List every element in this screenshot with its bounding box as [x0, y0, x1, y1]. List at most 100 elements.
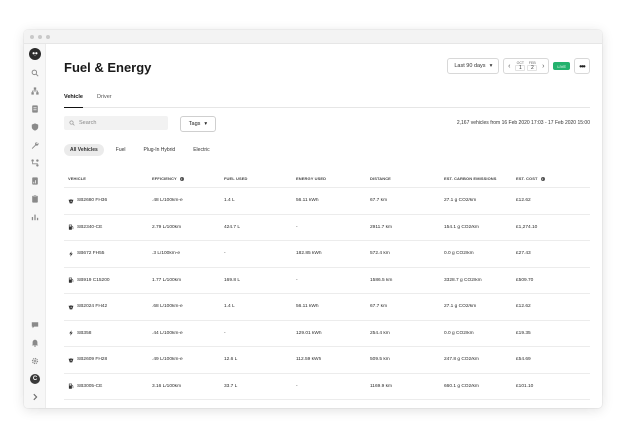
- cell-energy-used: 129.01 kWh: [296, 331, 370, 336]
- cell-efficiency-value: .68 L/100km-e: [152, 304, 183, 310]
- cell-cost: £54.69: [516, 357, 574, 362]
- table-row[interactable]: SB2340-CE 2.79 L/100km 424.7 L - 2911.7 km 15…: [64, 215, 590, 241]
- filter-electric[interactable]: Electric: [187, 144, 215, 156]
- wrench-icon[interactable]: [24, 136, 46, 154]
- cell-vehicle[interactable]: SB2024 FH42: [64, 304, 152, 310]
- filter-all-vehicles[interactable]: All Vehicles: [64, 144, 104, 156]
- chevron-right-icon[interactable]: [24, 388, 46, 406]
- window-dot: [38, 34, 42, 39]
- hybrid-icon: [68, 304, 74, 310]
- column-header-energy-used[interactable]: ENERGY USED: [296, 176, 370, 181]
- cell-energy-used: 182.85 kWh: [296, 251, 370, 256]
- cell-energy-used-value: 182.85 kWh: [296, 251, 322, 257]
- date-from[interactable]: OCT 1: [514, 61, 526, 71]
- cell-fuel-used-value: 12.6 L: [224, 357, 238, 363]
- column-header-label: ENERGY USED: [296, 176, 327, 181]
- info-icon[interactable]: i: [540, 176, 545, 181]
- bar-chart-icon[interactable]: [24, 208, 46, 226]
- tags-dropdown[interactable]: Tags ▾: [180, 116, 216, 132]
- table-row[interactable]: SB919 C15200 1.77 L/100km 169.8 L - 1586.5 k…: [64, 268, 590, 294]
- cell-carbon: 154.1 g CO2/km: [444, 225, 516, 230]
- date-to[interactable]: FEB 2: [526, 61, 538, 71]
- cell-carbon: 0.0 g CO2/km: [444, 331, 516, 336]
- gear-icon[interactable]: [24, 352, 46, 370]
- info-icon[interactable]: i: [179, 176, 184, 181]
- shield-icon[interactable]: [24, 118, 46, 136]
- column-header-carbon[interactable]: EST. CARBON EMISSIONS: [444, 176, 516, 181]
- date-navigator: ‹ OCT 1 FEB 2 ›: [503, 58, 550, 74]
- clipboard-icon[interactable]: [24, 190, 46, 208]
- cell-vehicle[interactable]: SB919 C15200: [64, 277, 152, 283]
- column-header-fuel-used[interactable]: FUEL USED: [224, 176, 296, 181]
- cell-distance-value: 509.5 km: [370, 357, 390, 363]
- cell-cost-value: £509.70: [516, 277, 534, 283]
- owl-logo-icon[interactable]: [28, 48, 41, 60]
- cell-distance: 509.5 km: [370, 357, 444, 362]
- cell-vehicle[interactable]: SB2609 FH28: [64, 357, 152, 363]
- cell-cost: £12.62: [516, 198, 574, 203]
- chat-icon[interactable]: [24, 316, 46, 334]
- search-input[interactable]: Search: [64, 116, 168, 130]
- filter-fuel[interactable]: Fuel: [110, 144, 132, 156]
- table-row[interactable]: SB2024 FH42 .68 L/100km-e 1.4 L 56.11 kWh 67…: [64, 294, 590, 321]
- tab-driver[interactable]: Driver: [97, 90, 112, 108]
- cell-vehicle-value: SB2024 FH42: [77, 304, 108, 310]
- cell-carbon-value: 0.0 g CO2/km: [444, 330, 474, 336]
- cell-efficiency-value: .49 L/100km-e: [152, 357, 183, 363]
- cell-vehicle-value: SB2340-CE: [77, 224, 103, 230]
- sidebar-bottom: C: [24, 316, 46, 406]
- column-header-label: EST. CARBON EMISSIONS: [444, 176, 497, 181]
- column-header-efficiency[interactable]: EFFICIENCY i: [152, 176, 224, 181]
- cell-efficiency-value: 2.79 L/100km: [152, 224, 182, 230]
- date-range-dropdown[interactable]: Last 90 days ▾: [447, 58, 500, 74]
- table-row[interactable]: SB672 FH55 .3 L/100km-e - 182.85 kWh 572.4 k…: [64, 241, 590, 268]
- cell-vehicle-value: SB3005-CE: [77, 383, 103, 389]
- report-icon[interactable]: [24, 172, 46, 190]
- cell-cost: £509.70: [516, 278, 574, 283]
- live-button[interactable]: LIVE: [553, 62, 570, 70]
- chevron-right-icon[interactable]: ›: [538, 63, 548, 70]
- more-options-button[interactable]: •••: [574, 58, 590, 74]
- cell-cost-value: £101.10: [516, 383, 534, 389]
- search-icon[interactable]: [24, 64, 46, 82]
- cell-vehicle[interactable]: SB672 FH55: [64, 251, 152, 257]
- vehicle-type-filters: All Vehicles Fuel Plug-In Hybrid Electri…: [64, 144, 216, 156]
- table-header-row: VEHICLE EFFICIENCY i FUEL USED ENERGY USE…: [64, 170, 590, 188]
- tab-bar: Vehicle Driver: [64, 90, 590, 108]
- table-row[interactable]: SB2609 FH28 .49 L/100km-e 12.6 L 112.59 kWh…: [64, 347, 590, 374]
- cell-carbon-value: 247.8 g CO2/km: [444, 357, 479, 363]
- table-row[interactable]: SB358 .44 L/100km-e - 129.01 kWh 254.4 km 0.0…: [64, 321, 590, 347]
- cell-vehicle[interactable]: SB2340-CE: [64, 224, 152, 230]
- header-controls: Last 90 days ▾ ‹ OCT 1 FEB 2 › LIVE •••: [447, 58, 590, 74]
- window-dot: [46, 34, 50, 39]
- cell-efficiency: 3.16 L/100km: [152, 384, 224, 389]
- tab-vehicle[interactable]: Vehicle: [64, 90, 83, 108]
- cell-efficiency: 1.77 L/100km: [152, 278, 224, 283]
- cell-vehicle[interactable]: SB2680 FH36: [64, 198, 152, 204]
- cell-vehicle-value: SB2680 FH36: [77, 198, 108, 204]
- filter-plug-in-hybrid[interactable]: Plug-In Hybrid: [138, 144, 182, 156]
- table-row[interactable]: SB2680 FH36 .48 L/100km-e 1.4 L 56.11 kWh 67…: [64, 188, 590, 215]
- bell-icon[interactable]: [24, 334, 46, 352]
- org-chart-icon[interactable]: [24, 82, 46, 100]
- cell-efficiency: .44 L/100km-e: [152, 331, 224, 336]
- cell-vehicle[interactable]: SB3005-CE: [64, 383, 152, 389]
- cell-carbon-value: 0.0 g CO2/km: [444, 251, 474, 257]
- column-header-label: VEHICLE: [68, 176, 87, 181]
- cell-energy-used-value: -: [296, 224, 298, 230]
- column-header-cost[interactable]: EST. COST i: [516, 176, 574, 181]
- cell-fuel-used: 1.4 L: [224, 304, 296, 309]
- document-icon[interactable]: [24, 100, 46, 118]
- cell-efficiency: .3 L/100km-e: [152, 251, 224, 256]
- avatar[interactable]: C: [24, 370, 46, 388]
- cell-vehicle[interactable]: SB358: [64, 330, 152, 336]
- column-header-label: EFFICIENCY: [152, 176, 177, 181]
- column-header-distance[interactable]: DISTANCE: [370, 176, 444, 181]
- column-header-vehicle[interactable]: VEHICLE: [64, 176, 152, 181]
- cell-efficiency: .48 L/100km-e: [152, 198, 224, 203]
- route-icon[interactable]: [24, 154, 46, 172]
- chevron-left-icon[interactable]: ‹: [504, 63, 514, 70]
- cell-fuel-used: -: [224, 331, 296, 336]
- table-row[interactable]: SB3005-CE 3.16 L/100km 33.7 L - 1169.9 km 660…: [64, 374, 590, 400]
- cell-vehicle-value: SB919 C15200: [77, 277, 110, 283]
